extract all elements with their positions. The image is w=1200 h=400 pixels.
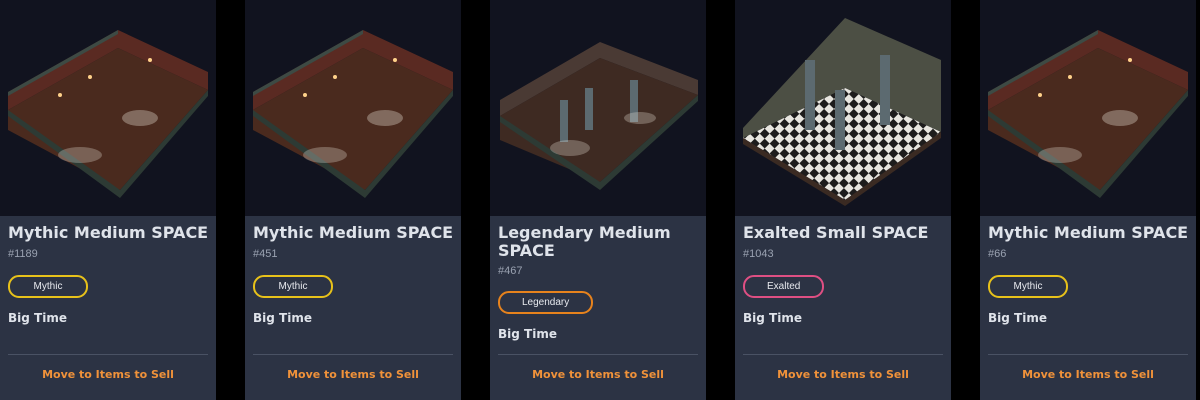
serial-number: #1043 [743, 248, 774, 260]
move-to-items-to-sell-button[interactable]: Move to Items to Sell [245, 368, 461, 381]
space-card[interactable]: Mythic Medium SPACE #66 Mythic Big Time … [980, 0, 1196, 400]
space-card[interactable]: Exalted Small SPACE #1043 Exalted Big Ti… [735, 0, 951, 400]
room-image [490, 0, 706, 216]
room-image [980, 0, 1196, 216]
divider [8, 354, 208, 355]
space-card[interactable]: Legendary Medium SPACE #467 Legendary Bi… [490, 0, 706, 400]
card-title: Exalted Small SPACE [743, 223, 929, 242]
divider [988, 354, 1188, 355]
creator-name: Big Time [988, 311, 1047, 325]
card-title: Mythic Medium SPACE [988, 223, 1189, 242]
creator-name: Big Time [498, 327, 557, 341]
divider [743, 354, 943, 355]
rarity-badge: Legendary [498, 291, 594, 314]
move-to-items-to-sell-button[interactable]: Move to Items to Sell [980, 368, 1196, 381]
rarity-badge: Mythic [988, 275, 1068, 298]
rarity-badge: Mythic [8, 275, 88, 298]
room-image [245, 0, 461, 216]
card-title: Mythic Medium SPACE [253, 223, 454, 242]
space-card[interactable]: Mythic Medium SPACE #1189 Mythic Big Tim… [0, 0, 216, 400]
rarity-badge: Mythic [253, 275, 333, 298]
space-card[interactable]: Mythic Medium SPACE #451 Mythic Big Time… [245, 0, 461, 400]
divider [253, 354, 453, 355]
divider [498, 354, 698, 355]
card-title: Legendary Medium SPACE [498, 223, 671, 260]
move-to-items-to-sell-button[interactable]: Move to Items to Sell [0, 368, 216, 381]
creator-name: Big Time [743, 311, 802, 325]
serial-number: #1189 [8, 248, 38, 260]
serial-number: #467 [498, 265, 523, 277]
card-title: Mythic Medium SPACE [8, 223, 209, 242]
rarity-badge: Exalted [743, 275, 825, 298]
creator-name: Big Time [8, 311, 67, 325]
space-card-grid: Mythic Medium SPACE #1189 Mythic Big Tim… [0, 0, 1200, 400]
room-image [0, 0, 216, 216]
move-to-items-to-sell-button[interactable]: Move to Items to Sell [490, 368, 706, 381]
serial-number: #451 [253, 248, 278, 260]
room-image [735, 0, 951, 216]
move-to-items-to-sell-button[interactable]: Move to Items to Sell [735, 368, 951, 381]
creator-name: Big Time [253, 311, 312, 325]
serial-number: #66 [988, 248, 1007, 260]
